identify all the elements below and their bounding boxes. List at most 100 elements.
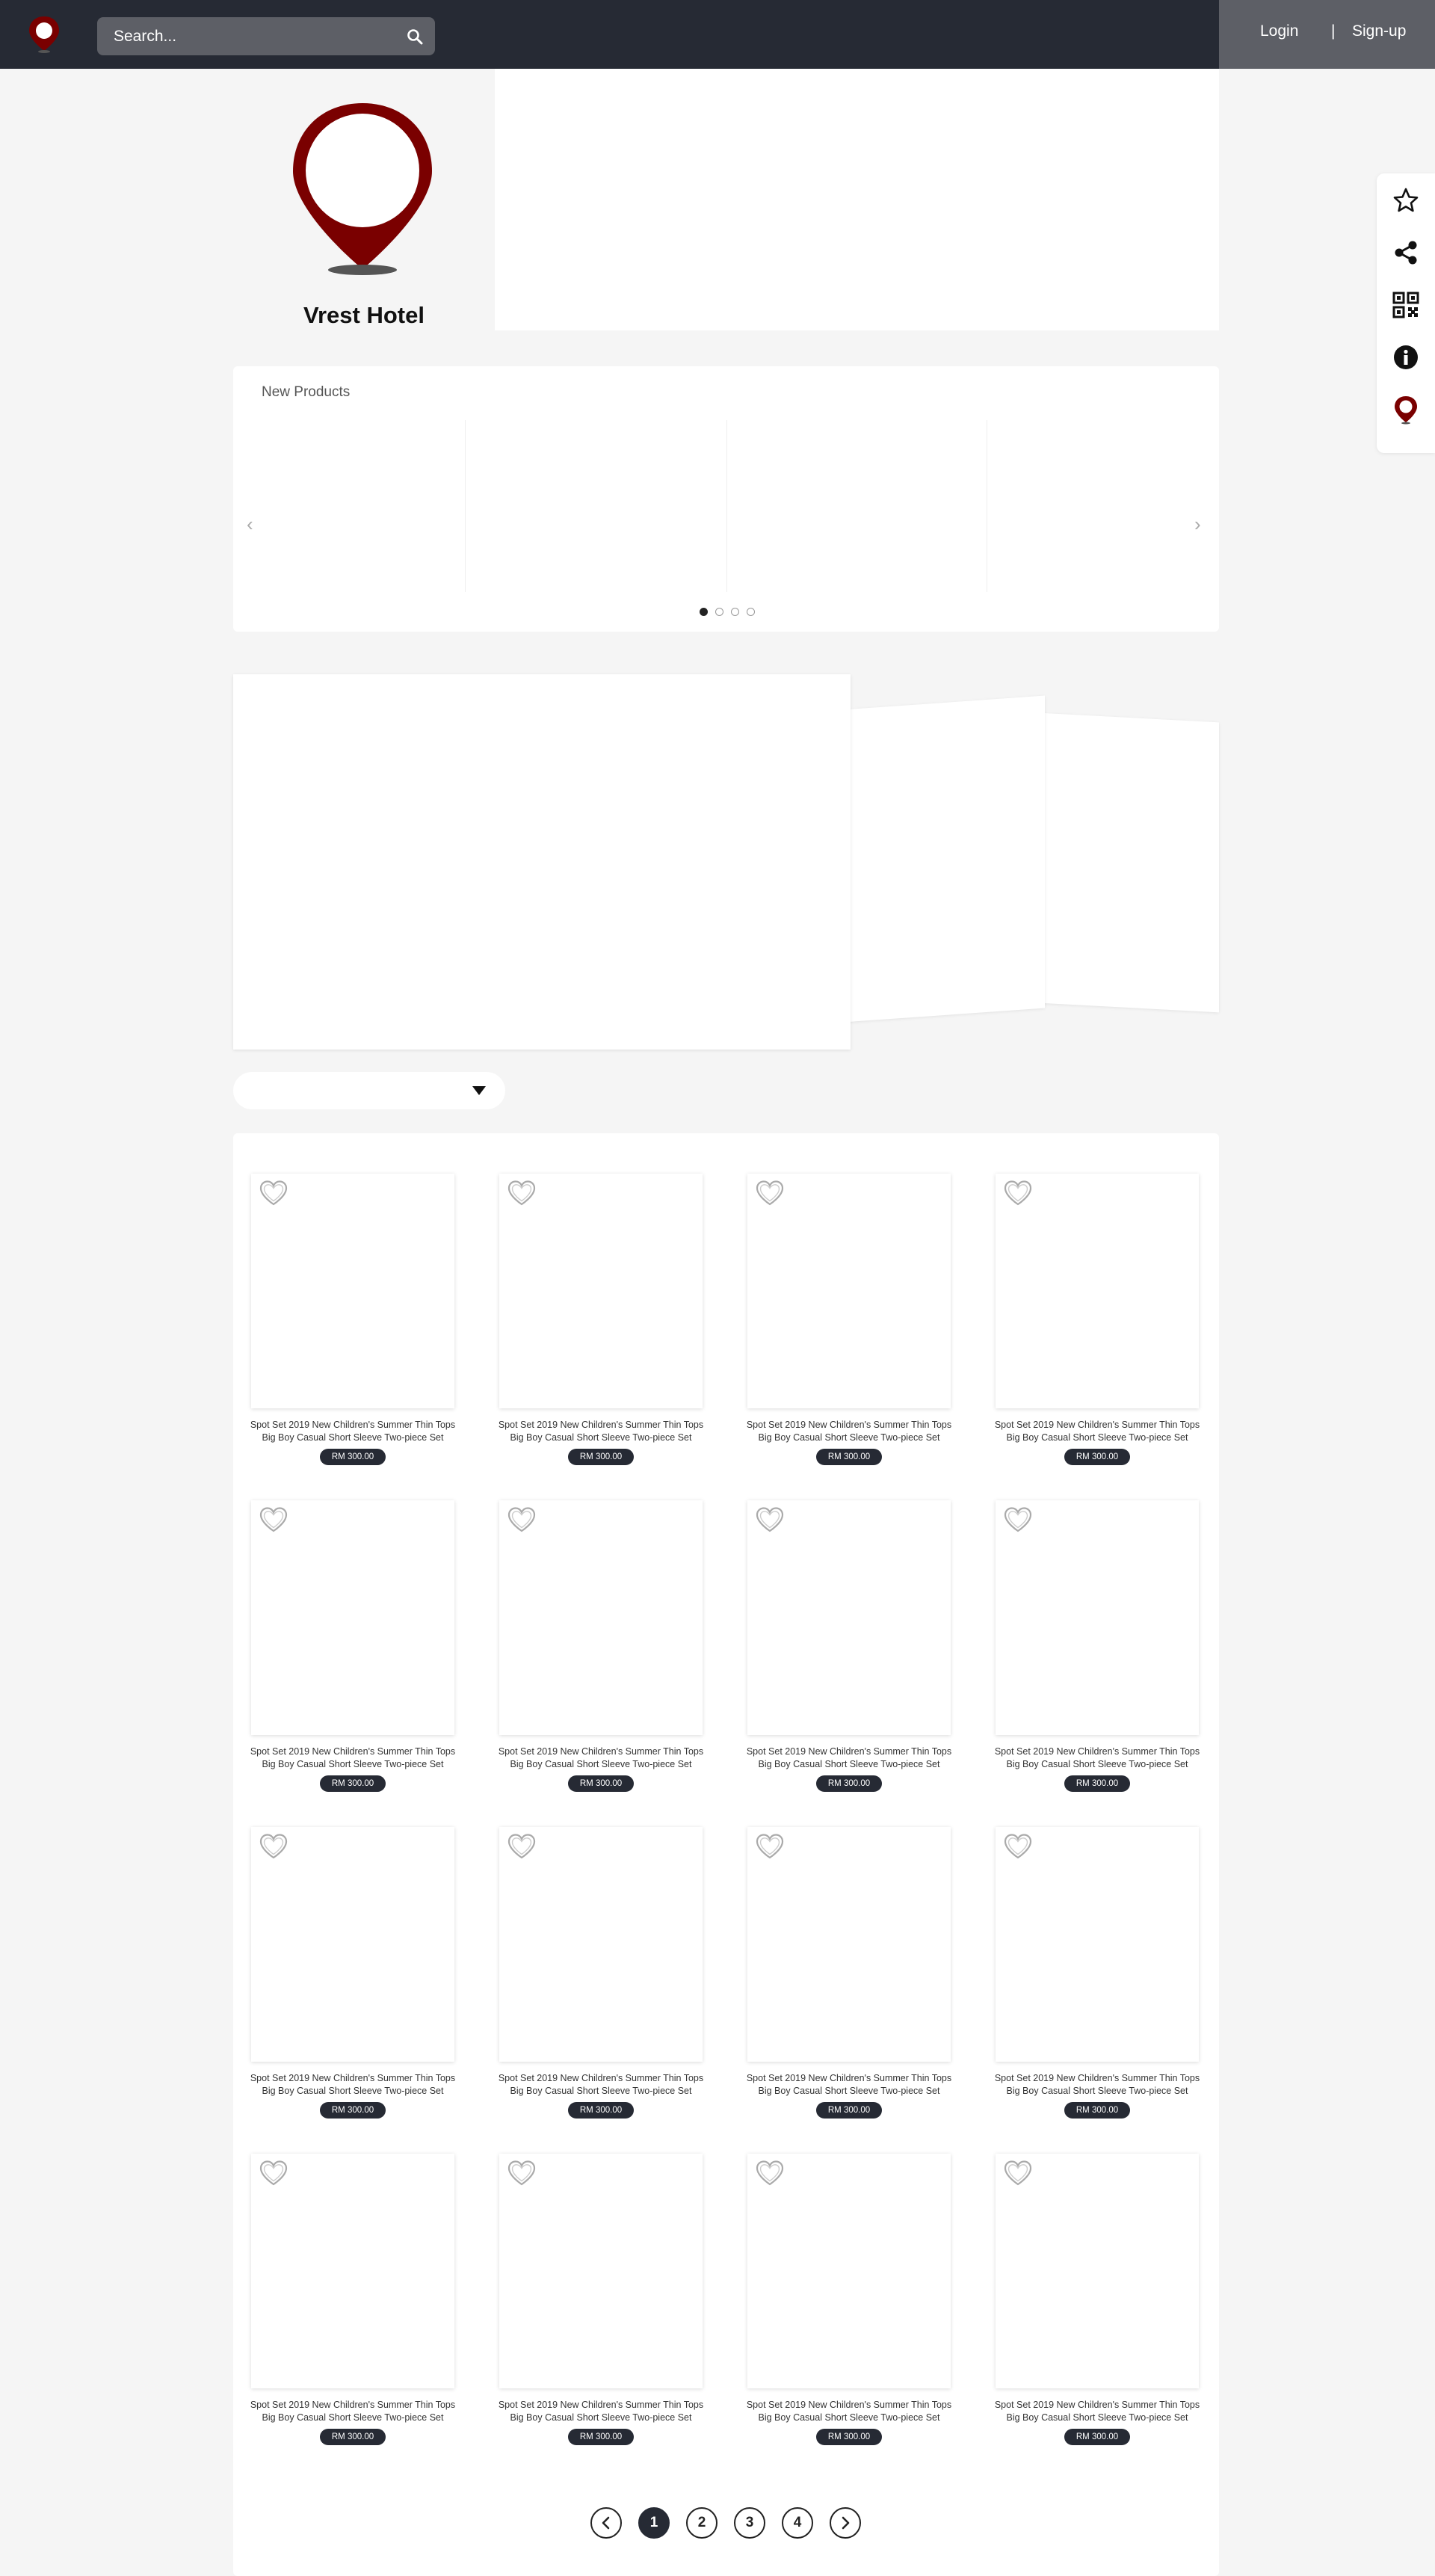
product-name[interactable]: Spot Set 2019 New Children's Summer Thin… <box>248 2399 457 2424</box>
carousel-dot[interactable] <box>747 608 755 616</box>
page-button[interactable]: 2 <box>686 2507 718 2539</box>
product-name[interactable]: Spot Set 2019 New Children's Summer Thin… <box>993 1745 1202 1771</box>
heart-icon[interactable] <box>259 1180 288 1207</box>
heart-icon[interactable] <box>259 2160 288 2187</box>
new-products-carousel: New Products ‹ › <box>233 366 1219 632</box>
carousel-prev-arrow[interactable]: ‹ <box>247 513 253 536</box>
search-icon[interactable] <box>404 25 426 48</box>
stacked-card[interactable] <box>843 695 1045 1023</box>
heart-icon[interactable] <box>507 2160 537 2187</box>
product-image[interactable] <box>499 1827 703 2062</box>
heart-icon[interactable] <box>1003 2160 1033 2187</box>
product-name[interactable]: Spot Set 2019 New Children's Summer Thin… <box>248 2072 457 2098</box>
carousel-next-arrow[interactable]: › <box>1194 513 1201 536</box>
carousel-dot[interactable] <box>700 608 708 616</box>
heart-icon[interactable] <box>755 1180 785 1207</box>
product-price-badge: RM 300.00 <box>1064 2102 1130 2119</box>
heart-icon[interactable] <box>259 1506 288 1533</box>
product-grid: Spot Set 2019 New Children's Summer Thin… <box>233 1133 1219 2576</box>
heart-icon[interactable] <box>755 1506 785 1533</box>
product-price-badge: RM 300.00 <box>816 1449 882 1465</box>
product-name[interactable]: Spot Set 2019 New Children's Summer Thin… <box>496 2072 706 2098</box>
location-pin-icon[interactable] <box>1391 395 1421 425</box>
product-image[interactable] <box>251 1827 454 2062</box>
banner-image <box>495 69 1219 330</box>
featured-card[interactable] <box>233 674 851 1050</box>
top-navbar: Login | Sign-up <box>0 0 1435 69</box>
product-image[interactable] <box>251 1174 454 1408</box>
product-image[interactable] <box>251 2154 454 2388</box>
product-price-badge: RM 300.00 <box>568 1775 634 1792</box>
product-name[interactable]: Spot Set 2019 New Children's Summer Thin… <box>744 2399 954 2424</box>
product-image[interactable] <box>996 1500 1199 1735</box>
product-price-badge: RM 300.00 <box>816 1775 882 1792</box>
next-page-button[interactable] <box>830 2507 861 2539</box>
stacked-card[interactable] <box>1039 712 1219 1013</box>
product-image[interactable] <box>747 2154 951 2388</box>
product-image[interactable] <box>499 2154 703 2388</box>
location-pin-icon[interactable] <box>27 15 61 54</box>
product-price-badge: RM 300.00 <box>816 2429 882 2445</box>
product-price-badge: RM 300.00 <box>816 2102 882 2119</box>
profile-block: Vrest Hotel <box>233 69 495 338</box>
product-price-badge: RM 300.00 <box>568 2429 634 2445</box>
heart-icon[interactable] <box>507 1506 537 1533</box>
heart-icon[interactable] <box>755 2160 785 2187</box>
product-name[interactable]: Spot Set 2019 New Children's Summer Thin… <box>496 1745 706 1771</box>
page-button[interactable]: 1 <box>638 2507 670 2539</box>
carousel-divider <box>465 420 466 592</box>
product-price-badge: RM 300.00 <box>1064 1775 1130 1792</box>
heart-icon[interactable] <box>1003 1180 1033 1207</box>
location-pin-icon <box>288 100 436 278</box>
product-price-badge: RM 300.00 <box>320 1775 386 1792</box>
product-image[interactable] <box>996 1827 1199 2062</box>
heart-icon[interactable] <box>755 1833 785 1860</box>
product-price-badge: RM 300.00 <box>320 1449 386 1465</box>
product-name[interactable]: Spot Set 2019 New Children's Summer Thin… <box>993 2399 1202 2424</box>
caret-down-icon <box>472 1086 486 1095</box>
carousel-dot[interactable] <box>715 608 723 616</box>
product-name[interactable]: Spot Set 2019 New Children's Summer Thin… <box>744 2072 954 2098</box>
product-price-badge: RM 300.00 <box>320 2429 386 2445</box>
product-name[interactable]: Spot Set 2019 New Children's Summer Thin… <box>496 1419 706 1444</box>
product-image[interactable] <box>499 1500 703 1735</box>
info-icon[interactable] <box>1391 342 1421 372</box>
product-name[interactable]: Spot Set 2019 New Children's Summer Thin… <box>496 2399 706 2424</box>
product-image[interactable] <box>251 1500 454 1735</box>
product-image[interactable] <box>996 1174 1199 1408</box>
product-image[interactable] <box>747 1827 951 2062</box>
carousel-divider <box>726 420 727 592</box>
product-price-badge: RM 300.00 <box>568 2102 634 2119</box>
product-name[interactable]: Spot Set 2019 New Children's Summer Thin… <box>744 1419 954 1444</box>
product-price-badge: RM 300.00 <box>320 2102 386 2119</box>
product-name[interactable]: Spot Set 2019 New Children's Summer Thin… <box>248 1419 457 1444</box>
login-link[interactable]: Login <box>1260 22 1298 40</box>
heart-icon[interactable] <box>507 1833 537 1860</box>
product-image[interactable] <box>747 1500 951 1735</box>
product-name[interactable]: Spot Set 2019 New Children's Summer Thin… <box>248 1745 457 1771</box>
search-input[interactable] <box>114 17 383 55</box>
product-image[interactable] <box>747 1174 951 1408</box>
hotel-name: Vrest Hotel <box>303 302 425 328</box>
product-image[interactable] <box>996 2154 1199 2388</box>
category-dropdown[interactable] <box>233 1072 505 1109</box>
star-icon[interactable] <box>1391 185 1421 215</box>
product-name[interactable]: Spot Set 2019 New Children's Summer Thin… <box>993 1419 1202 1444</box>
new-products-title: New Products <box>262 384 351 400</box>
carousel-dot[interactable] <box>731 608 739 616</box>
product-name[interactable]: Spot Set 2019 New Children's Summer Thin… <box>744 1745 954 1771</box>
product-image[interactable] <box>499 1174 703 1408</box>
product-name[interactable]: Spot Set 2019 New Children's Summer Thin… <box>993 2072 1202 2098</box>
page-button[interactable]: 3 <box>734 2507 765 2539</box>
page-button[interactable]: 4 <box>782 2507 813 2539</box>
qr-code-icon[interactable] <box>1391 290 1421 320</box>
prev-page-button[interactable] <box>590 2507 622 2539</box>
heart-icon[interactable] <box>1003 1506 1033 1533</box>
heart-icon[interactable] <box>507 1180 537 1207</box>
chevron-left-icon <box>602 2516 610 2530</box>
product-price-badge: RM 300.00 <box>1064 1449 1130 1465</box>
heart-icon[interactable] <box>259 1833 288 1860</box>
heart-icon[interactable] <box>1003 1833 1033 1860</box>
signup-link[interactable]: Sign-up <box>1352 22 1406 40</box>
share-icon[interactable] <box>1391 238 1421 268</box>
